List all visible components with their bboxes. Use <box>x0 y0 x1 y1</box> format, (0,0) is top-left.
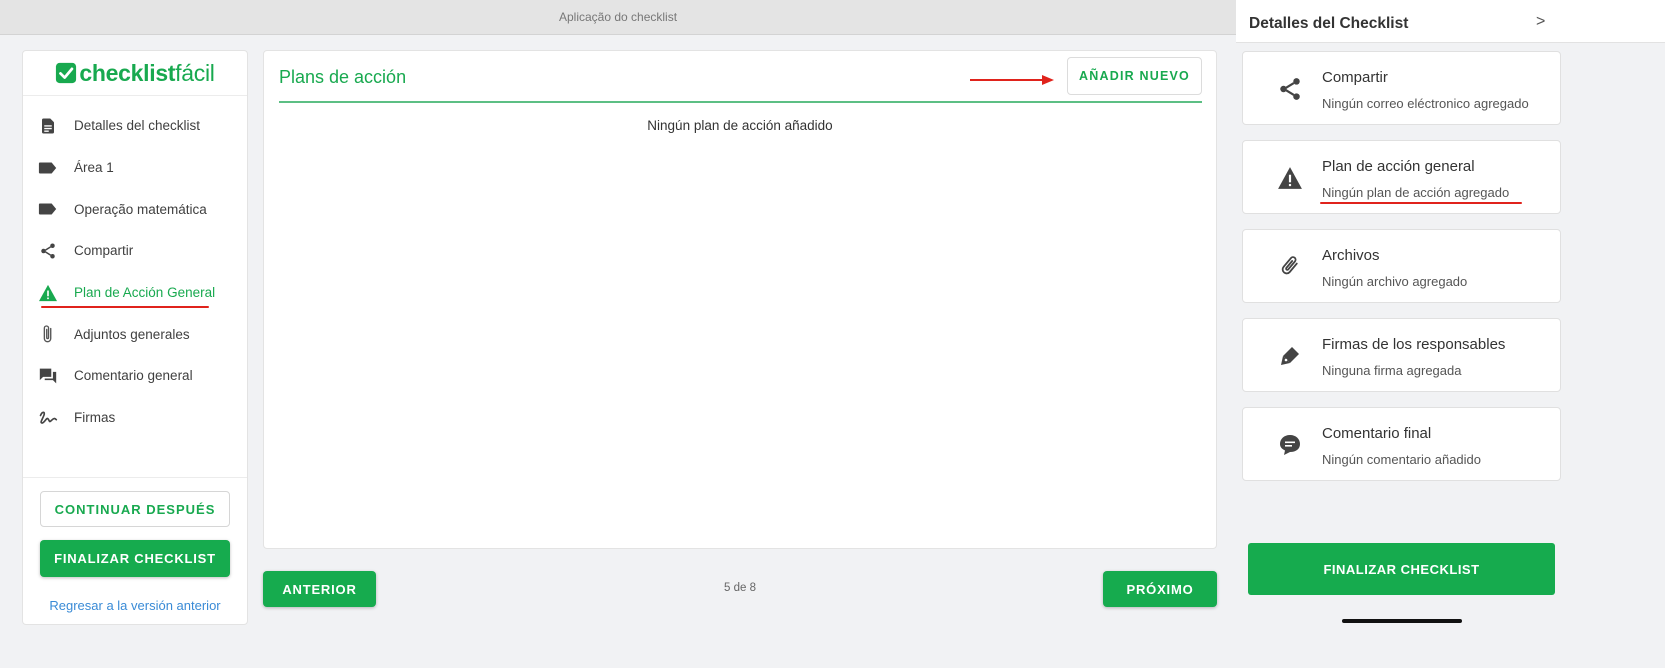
annotation-underline <box>41 305 209 308</box>
annotation-underline <box>1320 202 1522 204</box>
annotation-arrow-icon <box>970 75 1054 85</box>
card-files[interactable]: Archivos Ningún archivo agregado <box>1242 229 1561 303</box>
logo: checklistfácil <box>23 51 247 96</box>
card-subtitle: Ningún comentario añadido <box>1322 452 1481 467</box>
page-indicator: 5 de 8 <box>724 582 756 594</box>
sidebar-item-signatures[interactable]: Firmas <box>23 397 247 439</box>
logo-text-bold: checklist <box>79 59 176 86</box>
checklist-app: Aplicação do checklist checklistfácil De… <box>0 0 1236 668</box>
continue-later-button[interactable]: CONTINUAR DESPUÉS <box>40 491 230 527</box>
card-title: Comentario final <box>1322 425 1432 442</box>
sidebar-item-label: Área 1 <box>74 160 114 176</box>
card-title: Compartir <box>1322 69 1388 86</box>
sidebar-item-label: Detalles del checklist <box>74 118 201 134</box>
share-icon <box>1276 75 1304 103</box>
next-button[interactable]: PRÓXIMO <box>1103 571 1217 607</box>
card-subtitle: Ninguna firma agregada <box>1322 363 1462 378</box>
share-icon <box>38 241 58 261</box>
window-title: Aplicação do checklist <box>0 0 1236 35</box>
page-title: Plans de acción <box>279 67 407 87</box>
chevron-right-icon[interactable]: > <box>1536 13 1545 31</box>
comments-icon <box>38 366 58 386</box>
sidebar-item-area-1[interactable]: Área 1 <box>23 147 247 189</box>
comment-icon <box>1276 431 1304 459</box>
card-title: Plan de acción general <box>1322 158 1475 175</box>
card-title: Firmas de los responsables <box>1322 336 1506 353</box>
signature-icon <box>38 408 58 428</box>
checklist-details-panel: Detalles del Checklist > Compartir Ningú… <box>1236 0 1665 668</box>
finish-checklist-button[interactable]: FINALIZAR CHECKLIST <box>40 540 230 577</box>
sidebar-item-checklist-details[interactable]: Detalles del checklist <box>23 105 247 147</box>
action-plans-card: Plans de acción AÑADIR NUEVO Ningún plan… <box>263 50 1217 549</box>
card-subtitle: Ningún correo eléctronico agregado <box>1322 96 1529 111</box>
previous-button[interactable]: ANTERIOR <box>263 571 376 607</box>
panel-title: Detalles del Checklist <box>1249 15 1409 32</box>
sidebar-nav: Detalles del checklist Área 1 Operação m… <box>23 96 247 439</box>
panel-header: Detalles del Checklist > <box>1236 0 1665 43</box>
sidebar-item-general-comment[interactable]: Comentario general <box>23 355 247 397</box>
sidebar-item-label: Adjuntos generales <box>74 326 190 342</box>
pen-icon <box>1276 342 1304 370</box>
sidebar-item-label: Compartir <box>74 243 134 259</box>
card-final-comment[interactable]: Comentario final Ningún comentario añadi… <box>1242 407 1561 481</box>
warning-icon <box>1276 164 1304 192</box>
card-subtitle: Ningún archivo agregado <box>1322 274 1468 289</box>
checkbox-logo-icon <box>56 62 77 84</box>
divider <box>23 477 247 478</box>
card-responsible-signatures[interactable]: Firmas de los responsables Ninguna firma… <box>1242 318 1561 392</box>
sidebar-item-general-action-plan[interactable]: Plan de Acción General <box>23 272 247 314</box>
label-icon <box>38 158 58 178</box>
sidebar-item-general-attachments[interactable]: Adjuntos generales <box>23 313 247 355</box>
card-share[interactable]: Compartir Ningún correo eléctronico agre… <box>1242 51 1561 125</box>
sidebar-item-label: Plan de Acción General <box>74 285 216 301</box>
finish-checklist-button[interactable]: FINALIZAR CHECKLIST <box>1248 543 1555 595</box>
empty-state-message: Ningún plan de acción añadido <box>647 118 833 133</box>
title-underline <box>279 101 1202 103</box>
back-to-previous-version-link[interactable]: Regresar a la versión anterior <box>23 598 247 613</box>
paperclip-icon <box>38 324 58 344</box>
paperclip-icon <box>1276 253 1304 281</box>
sidebar-item-label: Comentario general <box>74 368 193 384</box>
document-icon <box>38 116 58 136</box>
card-title: Archivos <box>1322 247 1380 264</box>
home-indicator <box>1342 619 1462 623</box>
sidebar-item-math-operation[interactable]: Operação matemática <box>23 188 247 230</box>
sidebar-item-label: Firmas <box>74 410 116 426</box>
add-new-button[interactable]: AÑADIR NUEVO <box>1067 57 1202 95</box>
card-subtitle: Ningún plan de acción agregado <box>1322 185 1510 200</box>
sidebar: checklistfácil Detalles del checklist Ár… <box>22 50 248 625</box>
sidebar-item-share[interactable]: Compartir <box>23 230 247 272</box>
card-general-action-plan[interactable]: Plan de acción general Ningún plan de ac… <box>1242 140 1561 214</box>
warning-icon <box>38 283 58 303</box>
sidebar-item-label: Operação matemática <box>74 201 207 217</box>
label-icon <box>38 199 58 219</box>
logo-text-light: fácil <box>175 59 215 86</box>
